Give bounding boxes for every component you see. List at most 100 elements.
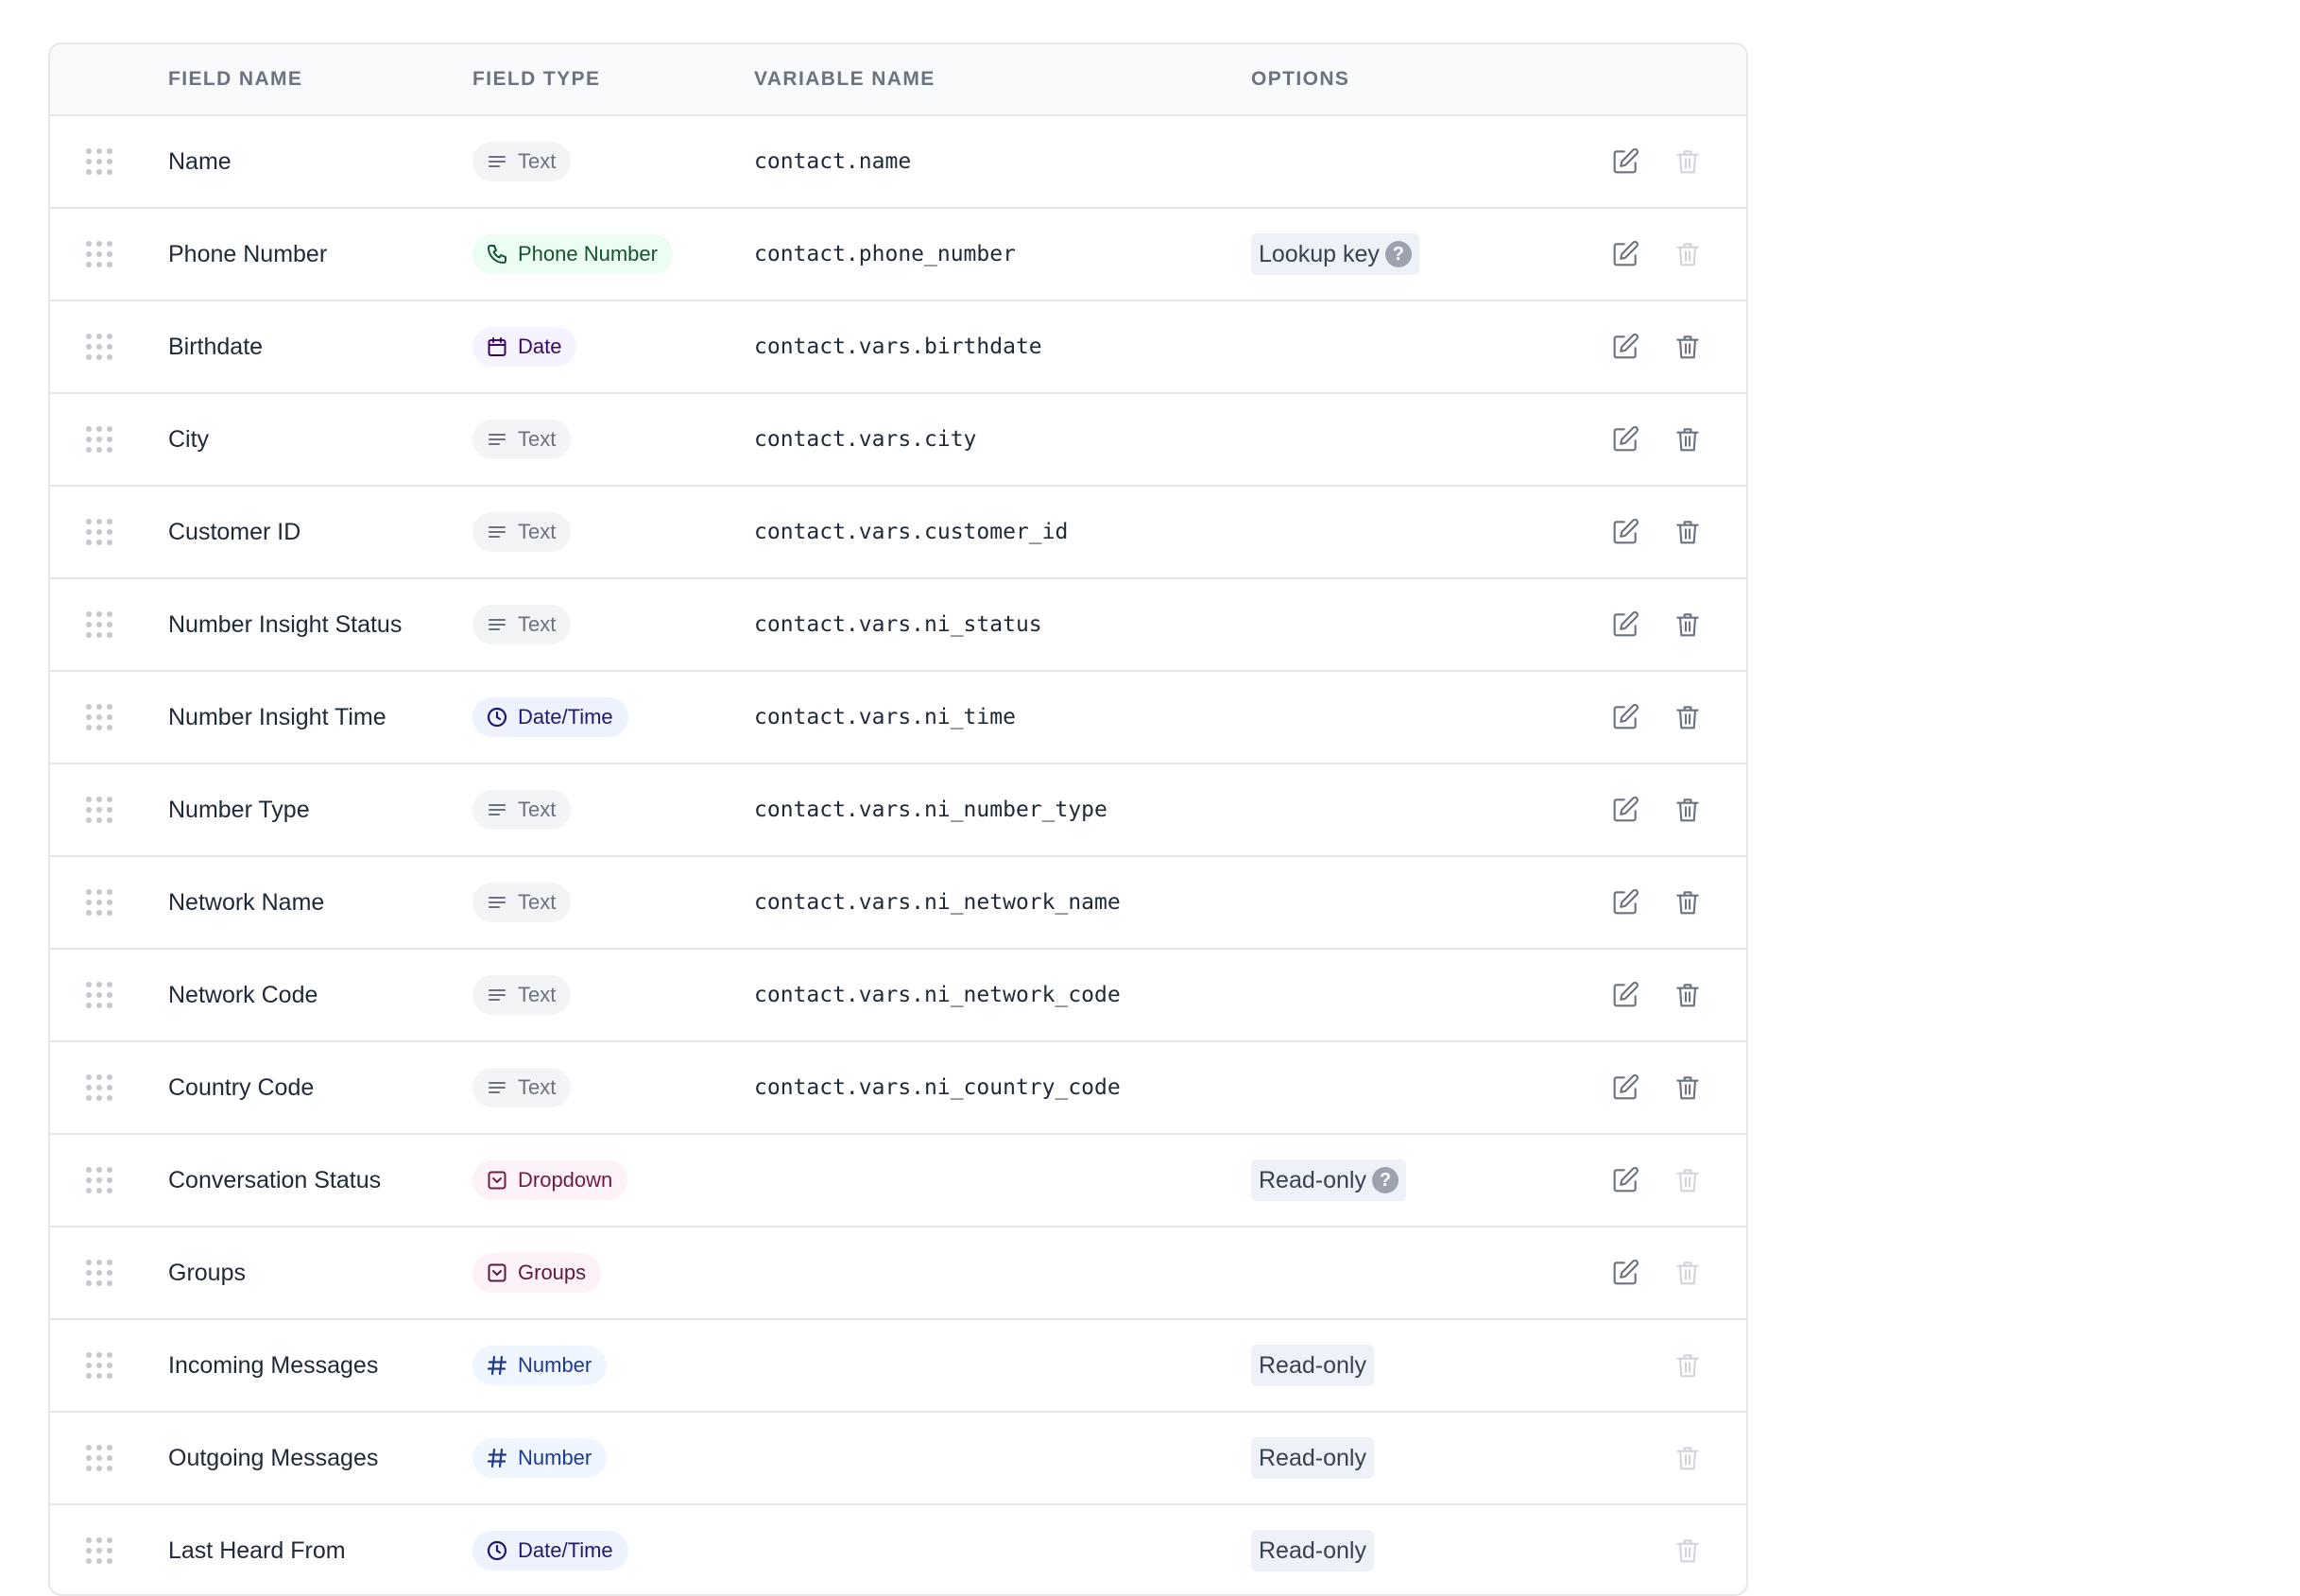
field-type-label: Groups — [518, 1261, 587, 1284]
text-lines-icon — [486, 891, 508, 914]
field-name: Country Code — [168, 1073, 315, 1101]
drag-handle-icon[interactable] — [86, 426, 112, 453]
field-type-label: Text — [518, 427, 557, 451]
edit-icon[interactable] — [1610, 1073, 1640, 1103]
field-type-badge: Phone Number — [472, 234, 673, 274]
text-lines-icon — [486, 984, 508, 1006]
table-row: Number Insight Status Text contact.vars.ni… — [50, 579, 1746, 672]
edit-icon[interactable] — [1610, 1258, 1640, 1288]
table-row: Country Code Text contact.vars.ni_country_… — [50, 1042, 1746, 1135]
drag-handle-icon[interactable] — [86, 611, 112, 638]
field-type-label: Text — [518, 520, 557, 543]
edit-icon[interactable] — [1610, 1165, 1640, 1195]
table-row: Network Name Text contact.vars.ni_network_… — [50, 857, 1746, 950]
dropdown-icon — [486, 1169, 508, 1192]
trash-icon[interactable] — [1673, 424, 1703, 455]
drag-handle-icon[interactable] — [86, 797, 112, 823]
field-name: Last Heard From — [168, 1536, 346, 1564]
trash-icon — [1673, 1536, 1703, 1566]
field-type-label: Phone Number — [518, 242, 658, 266]
variable-name: contact.vars.city — [754, 427, 977, 452]
drag-handle-icon[interactable] — [86, 1445, 112, 1471]
variable-name: contact.name — [754, 149, 912, 174]
question-circle-icon[interactable]: ? — [1384, 241, 1412, 267]
table-row: City Text contact.vars.city — [50, 394, 1746, 487]
table-row: Birthdate Date contact.vars.birthdate — [50, 301, 1746, 394]
column-header-options: OPTIONS — [1251, 68, 1350, 90]
question-circle-icon[interactable]: ? — [1371, 1167, 1399, 1193]
edit-icon[interactable] — [1610, 702, 1640, 732]
drag-handle-icon[interactable] — [86, 704, 112, 730]
text-lines-icon — [486, 521, 508, 543]
field-name: Outgoing Messages — [168, 1444, 379, 1471]
option-badge: Read-only — [1251, 1530, 1374, 1571]
edit-icon[interactable] — [1610, 795, 1640, 825]
field-name: Birthdate — [168, 333, 264, 360]
drag-handle-icon[interactable] — [86, 519, 112, 545]
field-type-badge: Text — [472, 975, 572, 1015]
trash-icon — [1673, 1258, 1703, 1288]
table-row: Incoming Messages Number Read-only — [50, 1320, 1746, 1413]
field-name: City — [168, 425, 210, 453]
text-lines-icon — [486, 150, 508, 173]
phone-icon — [486, 243, 508, 266]
field-name: Number Insight Status — [168, 610, 403, 638]
column-header-variable-name: VARIABLE NAME — [754, 68, 935, 90]
field-type-label: Text — [518, 149, 557, 173]
drag-handle-icon[interactable] — [86, 982, 112, 1008]
option-label: Read-only — [1259, 1166, 1366, 1193]
drag-handle-icon[interactable] — [86, 148, 112, 175]
field-type-badge: Number — [472, 1346, 608, 1385]
trash-icon — [1673, 1350, 1703, 1381]
drag-handle-icon[interactable] — [86, 1074, 112, 1101]
edit-icon[interactable] — [1610, 517, 1640, 547]
edit-icon[interactable] — [1610, 146, 1640, 177]
drag-handle-icon[interactable] — [86, 1167, 112, 1193]
field-type-label: Number — [518, 1446, 592, 1469]
field-name: Conversation Status — [168, 1166, 382, 1193]
variable-name: contact.vars.ni_network_code — [754, 983, 1121, 1007]
trash-icon[interactable] — [1673, 702, 1703, 732]
drag-handle-icon[interactable] — [86, 241, 112, 267]
field-type-label: Text — [518, 798, 557, 821]
edit-icon[interactable] — [1610, 887, 1640, 918]
field-type-badge: Date — [472, 327, 577, 367]
trash-icon[interactable] — [1673, 887, 1703, 918]
trash-icon[interactable] — [1673, 1073, 1703, 1103]
table-row: Conversation Status Dropdown Read-only? — [50, 1135, 1746, 1227]
field-type-label: Text — [518, 983, 557, 1006]
trash-icon[interactable] — [1673, 517, 1703, 547]
drag-handle-icon[interactable] — [86, 334, 112, 360]
trash-icon[interactable] — [1673, 980, 1703, 1010]
drag-handle-icon[interactable] — [86, 1352, 112, 1379]
field-name: Number Type — [168, 796, 310, 823]
option-label: Lookup key — [1259, 240, 1380, 267]
table-row: Network Code Text contact.vars.ni_network_… — [50, 950, 1746, 1042]
edit-icon[interactable] — [1610, 239, 1640, 269]
field-type-badge: Text — [472, 790, 572, 830]
drag-handle-icon[interactable] — [86, 1537, 112, 1564]
trash-icon[interactable] — [1673, 609, 1703, 640]
option-badge: Read-only — [1251, 1345, 1374, 1386]
table-body: Name Text contact.name Phone Number Phone Nu… — [50, 116, 1746, 1594]
edit-icon[interactable] — [1610, 424, 1640, 455]
drag-handle-icon[interactable] — [86, 889, 112, 916]
edit-icon[interactable] — [1610, 609, 1640, 640]
field-type-badge: Text — [472, 883, 572, 922]
field-name: Number Insight Time — [168, 703, 386, 730]
edit-icon[interactable] — [1610, 332, 1640, 362]
trash-icon[interactable] — [1673, 795, 1703, 825]
trash-icon[interactable] — [1673, 332, 1703, 362]
variable-name: contact.vars.ni_time — [754, 705, 1016, 729]
variable-name: contact.vars.ni_number_type — [754, 798, 1107, 822]
field-type-label: Date/Time — [518, 705, 613, 729]
table-row: Outgoing Messages Number Read-only — [50, 1413, 1746, 1505]
field-type-badge: Dropdown — [472, 1160, 628, 1200]
text-lines-icon — [486, 613, 508, 636]
drag-handle-icon[interactable] — [86, 1260, 112, 1286]
field-name: Phone Number — [168, 240, 328, 267]
variable-name: contact.vars.birthdate — [754, 335, 1042, 359]
edit-icon[interactable] — [1610, 980, 1640, 1010]
option-label: Read-only — [1259, 1536, 1366, 1564]
field-type-badge: Text — [472, 142, 572, 181]
